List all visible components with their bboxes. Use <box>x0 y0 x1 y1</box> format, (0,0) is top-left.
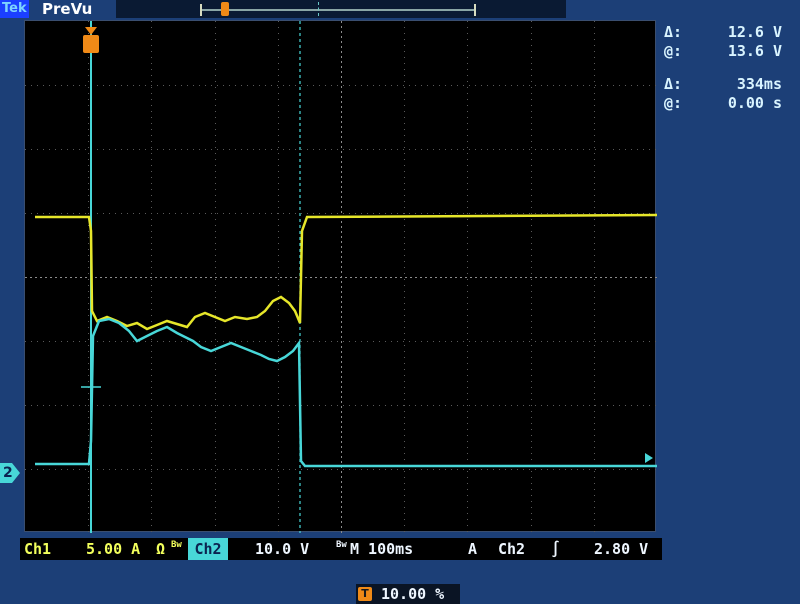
cursor-at-voltage-label: @: <box>664 42 683 60</box>
ch2-bw-limit: Bw <box>336 540 347 550</box>
ch2-trigger-level-arrow[interactable] <box>645 453 653 463</box>
record-trigger-icon <box>221 2 229 16</box>
waveform-display[interactable] <box>24 20 657 533</box>
cursor-at-time-label: @: <box>664 94 683 112</box>
ch1-bw-limit: Bw <box>171 540 182 550</box>
record-view-center-marker <box>318 2 319 16</box>
ch2-waveform <box>35 317 657 468</box>
trigger-position-marker[interactable] <box>83 27 99 53</box>
trigger-mode: A <box>468 540 478 558</box>
trigger-level[interactable]: 2.80 V <box>594 538 648 560</box>
ch2-ground-marker-label: 2 <box>3 465 13 481</box>
ch1-waveform <box>35 213 657 331</box>
ch2-label: Ch2 <box>194 540 222 558</box>
ch1-label[interactable]: Ch1 <box>24 538 51 560</box>
cursor-delta-time-label: Δ: <box>664 75 683 93</box>
trigger-source: Ch2 <box>498 540 526 558</box>
cursor-delta-voltage-value: 12.6 V <box>727 23 782 41</box>
cursor-delta-voltage-label: Δ: <box>664 23 683 41</box>
ch1-scale: 5.00 A <box>86 540 141 558</box>
graticule-svg <box>25 21 657 533</box>
cursor-at-voltage-value: 13.6 V <box>727 42 782 60</box>
cursor-delta-time-value: 334ms <box>736 75 782 93</box>
cursor-at-time-value: 0.00 s <box>727 94 782 112</box>
record-view-right-bracket <box>474 4 476 16</box>
tek-logo: Tek <box>0 0 29 18</box>
timebase[interactable]: M 100ms <box>350 538 413 560</box>
record-view-span <box>202 9 474 11</box>
acquisition-status: PreVu <box>42 0 93 18</box>
ch2-scale: 10.0 V <box>255 540 310 558</box>
trigger-slope-icon: ∫ <box>551 540 561 558</box>
record-view-left-bracket <box>200 4 202 16</box>
graticule-grid <box>25 21 657 533</box>
ch1-units: Ω <box>156 540 166 558</box>
trigger-position-value: 10.00 % <box>381 585 445 603</box>
trigger-position-icon: T <box>358 587 372 601</box>
